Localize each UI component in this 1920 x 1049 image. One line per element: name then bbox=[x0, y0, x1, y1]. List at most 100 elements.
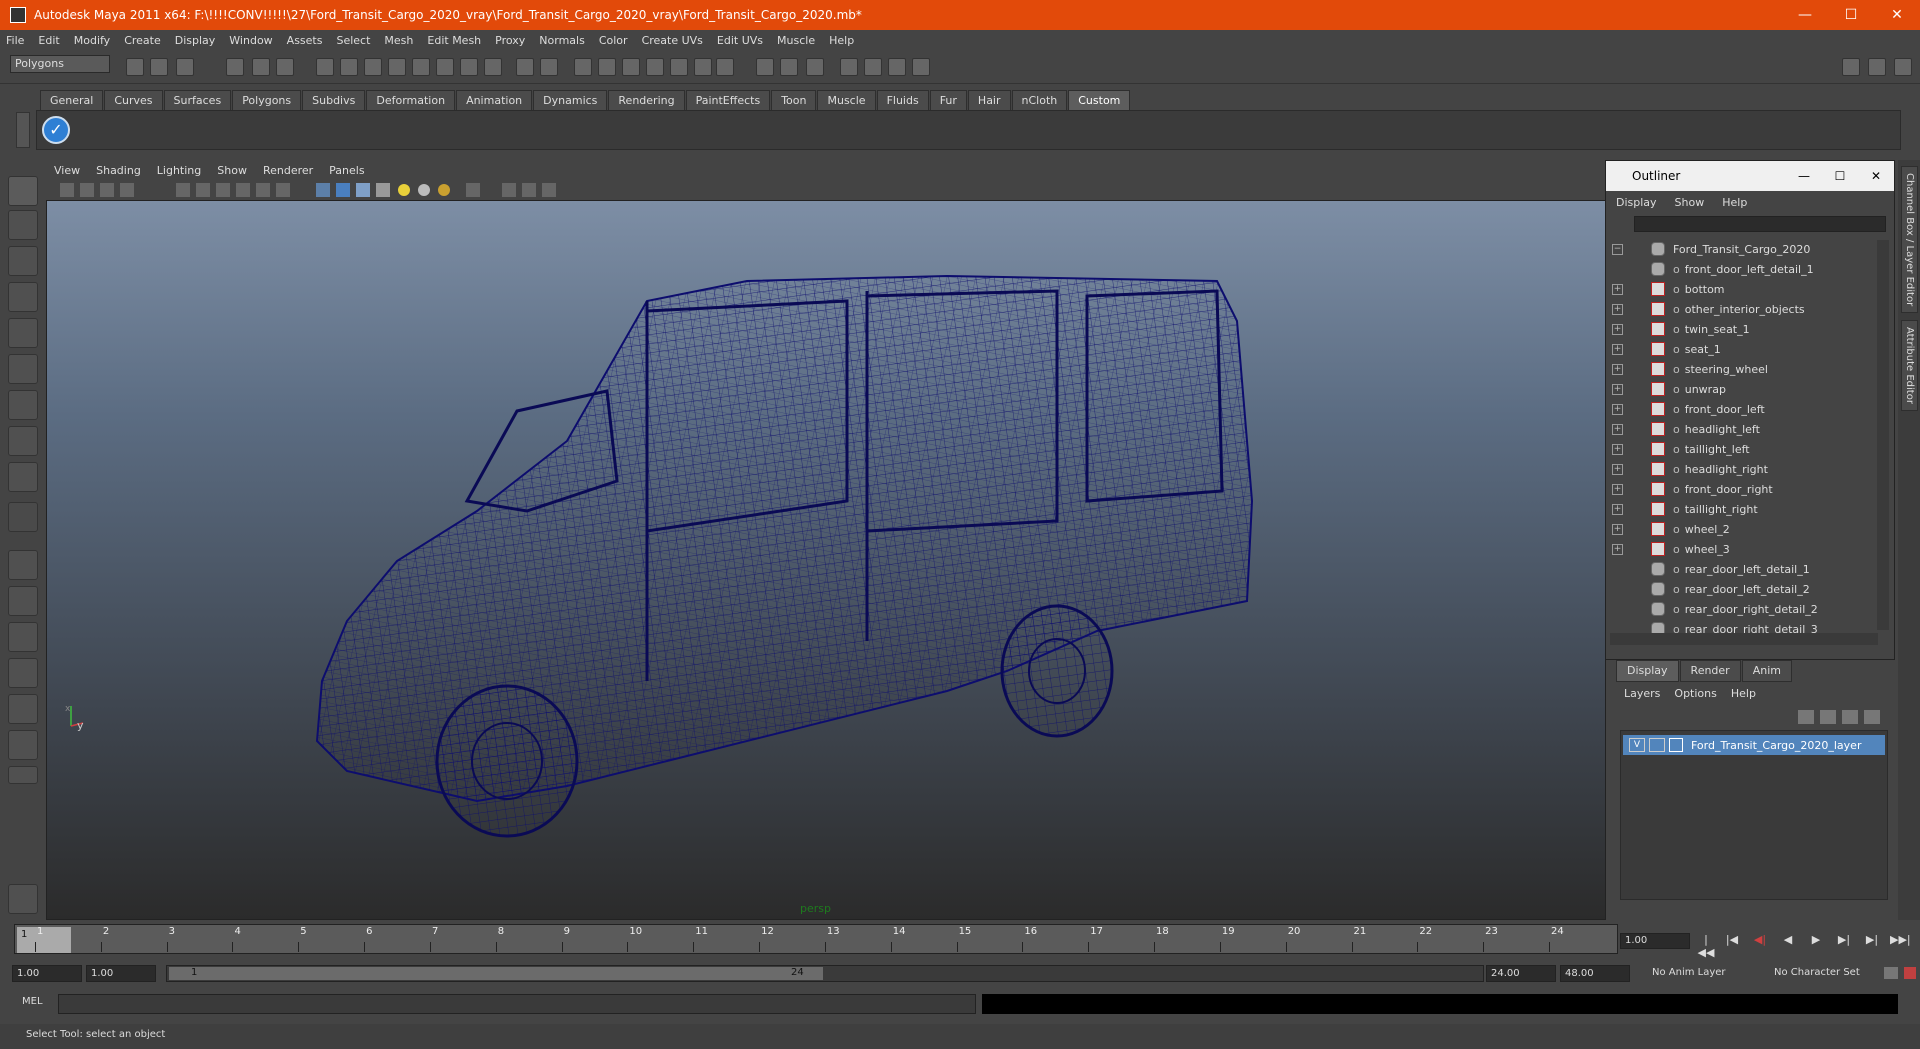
current-frame-marker[interactable]: 1 bbox=[17, 927, 71, 953]
menu-normals[interactable]: Normals bbox=[539, 34, 585, 47]
expand-icon[interactable]: + bbox=[1612, 483, 1623, 495]
mel-label[interactable]: MEL bbox=[22, 996, 43, 1007]
help-icon[interactable] bbox=[484, 58, 502, 76]
outliner-item[interactable]: + o headlight_left bbox=[1606, 419, 1876, 439]
share-icon[interactable] bbox=[542, 183, 556, 197]
snap-view-plane-icon[interactable] bbox=[412, 58, 430, 76]
save-scene-icon[interactable] bbox=[176, 58, 194, 76]
mel-input[interactable] bbox=[58, 994, 976, 1014]
manipulator-tool-icon[interactable] bbox=[8, 390, 38, 420]
field-chart-icon[interactable] bbox=[256, 183, 270, 197]
tool-settings-icon[interactable] bbox=[756, 58, 774, 76]
menu-color[interactable]: Color bbox=[599, 34, 628, 47]
layer-tab-render[interactable]: Render bbox=[1679, 660, 1741, 682]
outliner-item[interactable]: + o taillight_right bbox=[1606, 499, 1876, 519]
select-tool-icon[interactable] bbox=[8, 176, 38, 206]
attribute-icon[interactable] bbox=[716, 58, 734, 76]
layout-persp-outliner-icon[interactable] bbox=[8, 622, 38, 652]
outliner-menu-show[interactable]: Show bbox=[1675, 196, 1705, 209]
panel-layout-single-icon[interactable] bbox=[1842, 58, 1860, 76]
shelf-tab-rendering[interactable]: Rendering bbox=[608, 90, 685, 110]
layout-persp-graph-icon[interactable] bbox=[8, 658, 38, 688]
move-tool-icon[interactable] bbox=[8, 282, 38, 312]
make-live-icon[interactable] bbox=[436, 58, 454, 76]
use-all-lights-icon[interactable] bbox=[418, 184, 430, 196]
outliner-vertical-scrollbar[interactable] bbox=[1877, 240, 1889, 630]
show-manipulator-icon[interactable] bbox=[8, 462, 38, 492]
layer-menu-options[interactable]: Options bbox=[1674, 687, 1716, 700]
outliner-maximize-button[interactable]: ☐ bbox=[1822, 169, 1858, 183]
select-object-icon[interactable] bbox=[252, 58, 270, 76]
outliner-item[interactable]: + o taillight_left bbox=[1606, 439, 1876, 459]
xray-icon[interactable] bbox=[466, 183, 480, 197]
expand-icon[interactable]: + bbox=[1612, 303, 1623, 315]
menu-select[interactable]: Select bbox=[336, 34, 370, 47]
expand-icon[interactable]: + bbox=[1612, 403, 1623, 415]
menu-help[interactable]: Help bbox=[829, 34, 854, 47]
expand-icon[interactable]: + bbox=[1612, 283, 1623, 295]
outliner-item[interactable]: + o rear_door_right_detail_3 bbox=[1606, 619, 1876, 633]
panel-menu-renderer[interactable]: Renderer bbox=[263, 164, 313, 177]
grid-icon[interactable] bbox=[176, 183, 190, 197]
outliner-item[interactable]: + o steering_wheel bbox=[1606, 359, 1876, 379]
range-bar[interactable]: 1 24 bbox=[166, 965, 1484, 982]
snap-curve-icon[interactable] bbox=[364, 58, 382, 76]
outliner-item[interactable]: + o wheel_2 bbox=[1606, 519, 1876, 539]
render-view-icon[interactable] bbox=[670, 58, 688, 76]
isolate-select-icon[interactable] bbox=[502, 183, 516, 197]
layout-hypershade-icon[interactable] bbox=[8, 694, 38, 724]
last-tool-icon[interactable] bbox=[8, 502, 38, 532]
expand-icon[interactable]: + bbox=[1612, 423, 1623, 435]
panel-layout-outliner-icon[interactable] bbox=[1894, 58, 1912, 76]
textured-icon[interactable] bbox=[376, 183, 390, 197]
pick-mask-icon[interactable] bbox=[316, 58, 334, 76]
wireframe-on-shaded-icon[interactable] bbox=[356, 183, 370, 197]
wireframe-icon[interactable] bbox=[316, 183, 330, 197]
play-backward-button[interactable]: ◀ bbox=[1778, 933, 1798, 949]
outliner-item[interactable]: + o headlight_right bbox=[1606, 459, 1876, 479]
render-settings-icon[interactable] bbox=[622, 58, 640, 76]
outliner-item[interactable]: + o unwrap bbox=[1606, 379, 1876, 399]
panel-menu-panels[interactable]: Panels bbox=[329, 164, 364, 177]
perspective-viewport[interactable]: y x bbox=[46, 200, 1606, 920]
anim-layer-dropdown[interactable]: No Anim Layer bbox=[1648, 965, 1758, 982]
playback-start-field[interactable]: 1.00 bbox=[86, 965, 156, 982]
layer-row[interactable]: V Ford_Transit_Cargo_2020_layer bbox=[1623, 735, 1885, 755]
lock-icon[interactable] bbox=[516, 58, 534, 76]
menu-create[interactable]: Create bbox=[124, 34, 161, 47]
safe-action-icon[interactable] bbox=[276, 183, 290, 197]
outliner-item[interactable]: + o rear_door_right_detail_2 bbox=[1606, 599, 1876, 619]
step-forward-key-button[interactable]: ▶| bbox=[1862, 933, 1882, 949]
outliner-filter-field[interactable] bbox=[1634, 216, 1886, 232]
expand-icon[interactable]: + bbox=[1612, 383, 1623, 395]
outliner-item[interactable]: + o seat_1 bbox=[1606, 339, 1876, 359]
new-scene-icon[interactable] bbox=[126, 58, 144, 76]
outliner-menu-help[interactable]: Help bbox=[1722, 196, 1747, 209]
panel-menu-show[interactable]: Show bbox=[217, 164, 247, 177]
step-forward-frame-button[interactable]: ▶| bbox=[1834, 933, 1854, 949]
layer-tab-anim[interactable]: Anim bbox=[1741, 660, 1792, 682]
panel-menu-lighting[interactable]: Lighting bbox=[157, 164, 201, 177]
expand-icon[interactable]: + bbox=[1612, 443, 1623, 455]
quick-layout-icon[interactable] bbox=[8, 884, 38, 914]
expand-icon[interactable]: + bbox=[1612, 343, 1623, 355]
menu-create-uvs[interactable]: Create UVs bbox=[642, 34, 703, 47]
outliner-root-item[interactable]: − Ford_Transit_Cargo_2020 bbox=[1606, 239, 1876, 259]
menu-proxy[interactable]: Proxy bbox=[495, 34, 525, 47]
current-frame-field[interactable]: 1.00 bbox=[1620, 933, 1690, 949]
camera-tools-icon[interactable] bbox=[80, 183, 94, 197]
range-handle[interactable]: 1 24 bbox=[169, 967, 823, 980]
shelf-tab-fluids[interactable]: Fluids bbox=[876, 90, 929, 110]
panel-layout-four-icon[interactable] bbox=[1868, 58, 1886, 76]
panel-menu-view[interactable]: View bbox=[54, 164, 80, 177]
menu-edit[interactable]: Edit bbox=[38, 34, 59, 47]
expand-icon[interactable]: + bbox=[1612, 363, 1623, 375]
checkmark-icon[interactable]: ✓ bbox=[42, 116, 70, 144]
shelf-tab-dynamics[interactable]: Dynamics bbox=[533, 90, 608, 110]
show-hide-icon[interactable] bbox=[840, 58, 858, 76]
expand-icon[interactable]: + bbox=[1612, 543, 1623, 555]
shelf-tab-polygons[interactable]: Polygons bbox=[232, 90, 302, 110]
outliner-item[interactable]: + o front_door_left_detail_1 bbox=[1606, 259, 1876, 279]
attribute-editor-tab[interactable]: Attribute Editor bbox=[1901, 320, 1918, 411]
shelf-tab-curves[interactable]: Curves bbox=[104, 90, 163, 110]
